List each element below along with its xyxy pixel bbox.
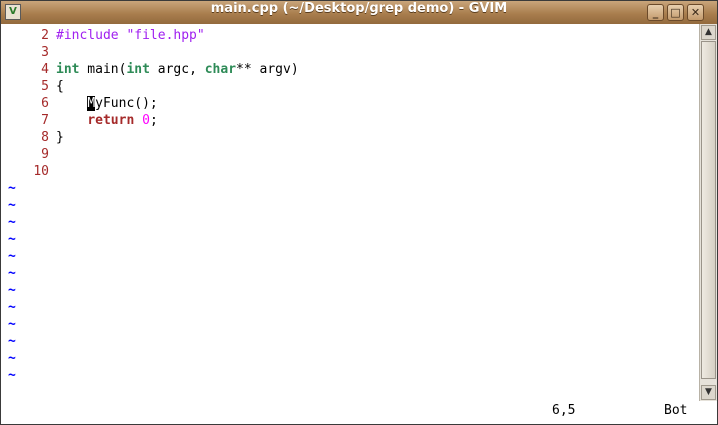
title-bar[interactable]: V main.cpp (~/Desktop/grep demo) - GVIM … [1,1,717,25]
empty-line-tilde: ~ [8,232,16,247]
empty-line-tilde: ~ [8,249,16,264]
line-number: 4 [41,62,49,77]
line-number: 10 [33,164,49,179]
scrollbar-thumb[interactable] [701,41,716,379]
code-token: ; [149,113,158,128]
line-number: 7 [41,113,49,128]
empty-line-tilde: ~ [8,300,16,315]
code-token: 0 [142,113,150,128]
code-token: main( [79,62,127,77]
line-code: { [56,78,64,95]
empty-line-tilde: ~ [8,368,16,383]
code-line[interactable]: 8} [1,129,64,146]
empty-line-tilde: ~ [8,215,16,230]
code-token: int [126,62,150,77]
scroll-up-arrow-icon[interactable]: ▲ [701,25,716,40]
code-token: yFunc(); [95,96,158,111]
line-number: 5 [41,79,49,94]
line-code: #include "file.hpp" [56,27,205,44]
scroll-down-arrow-icon[interactable]: ▼ [701,385,716,400]
vertical-scrollbar[interactable]: ▲ ▼ [699,24,717,401]
code-token: { [56,79,64,94]
text-cursor: M [87,96,96,111]
code-token: } [56,130,64,145]
code-line[interactable]: 7 return 0; [1,112,158,129]
empty-line-tilde: ~ [8,181,16,196]
code-line[interactable]: 10 [1,163,56,180]
code-token: ** argv) [236,62,299,77]
code-token: int [56,62,80,77]
code-token: return [87,113,135,128]
code-line[interactable]: 2 #include "file.hpp" [1,27,205,44]
empty-line-tilde: ~ [8,283,16,298]
scroll-position: Bot [664,403,688,418]
code-token: #include "file.hpp" [56,28,205,43]
empty-line-tilde: ~ [8,351,16,366]
code-line[interactable]: 9 [1,146,56,163]
code-token: argc, [149,62,205,77]
window-title: main.cpp (~/Desktop/grep demo) - GVIM [210,1,508,16]
minimize-button[interactable]: _ [647,4,664,21]
code-token: char [204,62,237,77]
gvim-window: V main.cpp (~/Desktop/grep demo) - GVIM … [0,0,718,425]
code-line[interactable]: 5{ [1,78,64,95]
empty-line-tilde: ~ [8,198,16,213]
code-line[interactable]: 3 [1,44,56,61]
line-code: MyFunc(); [56,95,158,112]
status-line: 6,5 Bot [1,401,717,424]
editor-text-area[interactable]: 2 #include "file.hpp" 3 4 int main(int argc,… [1,24,699,401]
line-number: 3 [41,45,49,60]
line-number: 8 [41,130,49,145]
close-button[interactable]: ✕ [687,4,704,21]
line-code: int main(int argc, char** argv) [56,61,299,78]
line-code: } [56,129,64,146]
cursor-position: 6,5 [552,403,576,418]
empty-line-tilde: ~ [8,334,16,349]
empty-line-tilde: ~ [8,317,16,332]
code-line[interactable]: 6 MyFunc(); [1,95,158,112]
empty-line-tilde: ~ [8,266,16,281]
code-line[interactable]: 4 int main(int argc, char** argv) [1,61,299,78]
maximize-button[interactable]: □ [667,4,684,21]
line-number: 2 [41,28,49,43]
line-code: return 0; [56,112,158,129]
line-number: 9 [41,147,49,162]
line-number: 6 [41,96,49,111]
